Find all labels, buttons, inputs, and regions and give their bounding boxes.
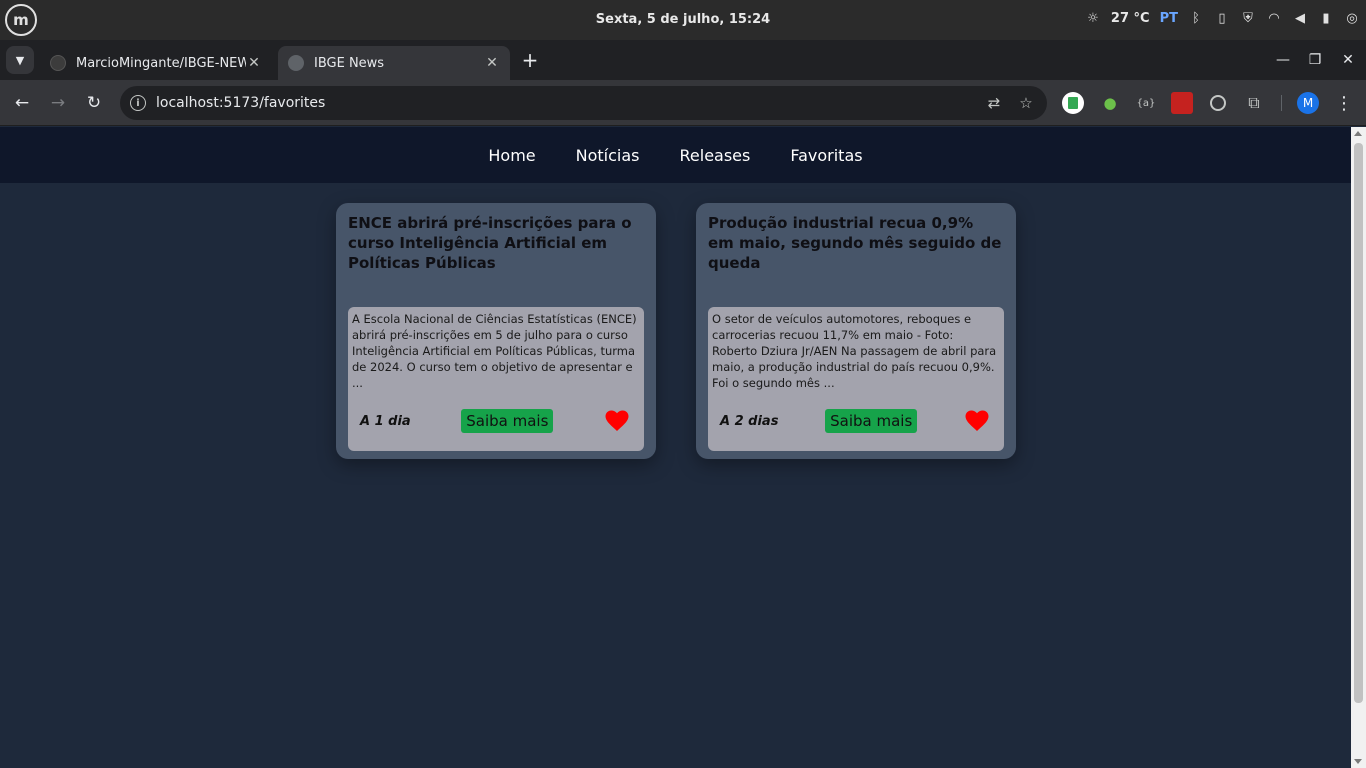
red-extension-icon[interactable] [1171, 92, 1193, 114]
news-summary: O setor de veículos automotores, reboque… [712, 312, 997, 390]
browser-menu-icon[interactable]: ⋮ [1334, 92, 1354, 114]
reload-icon[interactable]: ↻ [81, 90, 107, 116]
url-text[interactable]: localhost:5173/favorites [156, 95, 983, 111]
sheets-extension-icon[interactable] [1062, 92, 1084, 114]
github-icon [50, 55, 66, 71]
json-extension-icon[interactable]: {a} [1135, 92, 1157, 114]
shield-icon[interactable]: ⛨ [1240, 10, 1256, 26]
bookmark-star-icon[interactable]: ☆ [1015, 92, 1037, 114]
news-body: O setor de veículos automotores, reboque… [708, 307, 1004, 451]
page-scrollbar[interactable] [1351, 127, 1366, 768]
close-icon[interactable]: ✕ [246, 55, 262, 71]
saiba-mais-button[interactable]: Saiba mais [461, 409, 554, 433]
scroll-down-arrow[interactable] [1354, 759, 1362, 764]
clipboard-icon[interactable]: ▯ [1214, 10, 1230, 26]
profile-avatar[interactable]: M [1297, 92, 1319, 114]
user-icon[interactable]: ◎ [1344, 10, 1360, 26]
address-bar[interactable]: i localhost:5173/favorites ⇄ ☆ [120, 86, 1047, 120]
news-age: A 1 dia [360, 413, 411, 429]
nav-favoritas[interactable]: Favoritas [790, 146, 862, 165]
news-card: ENCE abrirá pré-inscrições para o curso … [336, 203, 656, 459]
browser-tab-strip: ▼ MarcioMingante/IBGE-NEWS ✕ IBGE News ✕… [0, 40, 1366, 80]
nav-home[interactable]: Home [488, 146, 535, 165]
heart-icon[interactable] [964, 408, 990, 434]
tab-title: IBGE News [314, 55, 385, 71]
close-window-icon[interactable]: ✕ [1336, 48, 1360, 72]
close-icon[interactable]: ✕ [484, 55, 500, 71]
minimize-icon[interactable]: — [1271, 48, 1295, 72]
tab-title: MarcioMingante/IBGE-NEWS [76, 55, 246, 71]
news-footer: A 2 dias Saiba mais [712, 391, 1000, 451]
tab-github[interactable]: MarcioMingante/IBGE-NEWS ✕ [40, 46, 272, 80]
news-summary: A Escola Nacional de Ciências Estatístic… [352, 312, 637, 390]
forward-icon[interactable]: → [45, 90, 71, 116]
keyboard-language[interactable]: PT [1160, 11, 1178, 26]
news-body: A Escola Nacional de Ciências Estatístic… [348, 307, 644, 451]
volume-icon[interactable]: ◀ [1292, 10, 1308, 26]
browser-toolbar: ← → ↻ i localhost:5173/favorites ⇄ ☆ ● {… [0, 80, 1366, 126]
tab-ibge-news[interactable]: IBGE News ✕ [278, 46, 510, 80]
saiba-mais-button[interactable]: Saiba mais [825, 409, 918, 433]
system-tray: ☼ 27 °C PT ᛒ ▯ ⛨ ◠ ◀ ▮ ◎ [1085, 10, 1360, 26]
page-viewport: Home Notícias Releases Favoritas ENCE ab… [0, 127, 1351, 768]
os-top-bar: m Sexta, 5 de julho, 15:24 ☼ 27 °C PT ᛒ … [0, 0, 1366, 40]
site-info-icon[interactable]: i [130, 95, 146, 111]
target-extension-icon[interactable] [1210, 95, 1226, 111]
favorites-list: ENCE abrirá pré-inscrições para o curso … [336, 203, 1016, 459]
toolbar-divider [1281, 95, 1282, 111]
maximize-icon[interactable]: ❐ [1303, 48, 1327, 72]
news-age: A 2 dias [720, 413, 779, 429]
wifi-icon[interactable]: ◠ [1266, 10, 1282, 26]
scroll-thumb[interactable] [1354, 143, 1363, 703]
heart-icon[interactable] [604, 408, 630, 434]
globe-icon [288, 55, 304, 71]
linux-mint-icon[interactable]: m [5, 4, 37, 36]
weather-icon[interactable]: ☼ [1085, 10, 1101, 26]
site-navbar: Home Notícias Releases Favoritas [0, 127, 1351, 183]
extensions-puzzle-icon[interactable]: ⧉ [1243, 92, 1265, 114]
nav-noticias[interactable]: Notícias [576, 146, 640, 165]
translate-icon[interactable]: ⇄ [983, 92, 1005, 114]
tab-search-button[interactable]: ▼ [6, 46, 34, 74]
news-title: ENCE abrirá pré-inscrições para o curso … [348, 214, 632, 272]
bluetooth-icon[interactable]: ᛒ [1188, 10, 1204, 26]
news-card: Produção industrial recua 0,9% em maio, … [696, 203, 1016, 459]
news-footer: A 1 dia Saiba mais [352, 391, 640, 451]
back-icon[interactable]: ← [9, 90, 35, 116]
news-title: Produção industrial recua 0,9% em maio, … [708, 214, 1002, 272]
scroll-up-arrow[interactable] [1354, 131, 1362, 136]
frog-extension-icon[interactable]: ● [1099, 92, 1121, 114]
battery-icon[interactable]: ▮ [1318, 10, 1334, 26]
temperature-label[interactable]: 27 °C [1111, 11, 1150, 26]
new-tab-button[interactable]: + [518, 48, 542, 72]
nav-releases[interactable]: Releases [680, 146, 751, 165]
